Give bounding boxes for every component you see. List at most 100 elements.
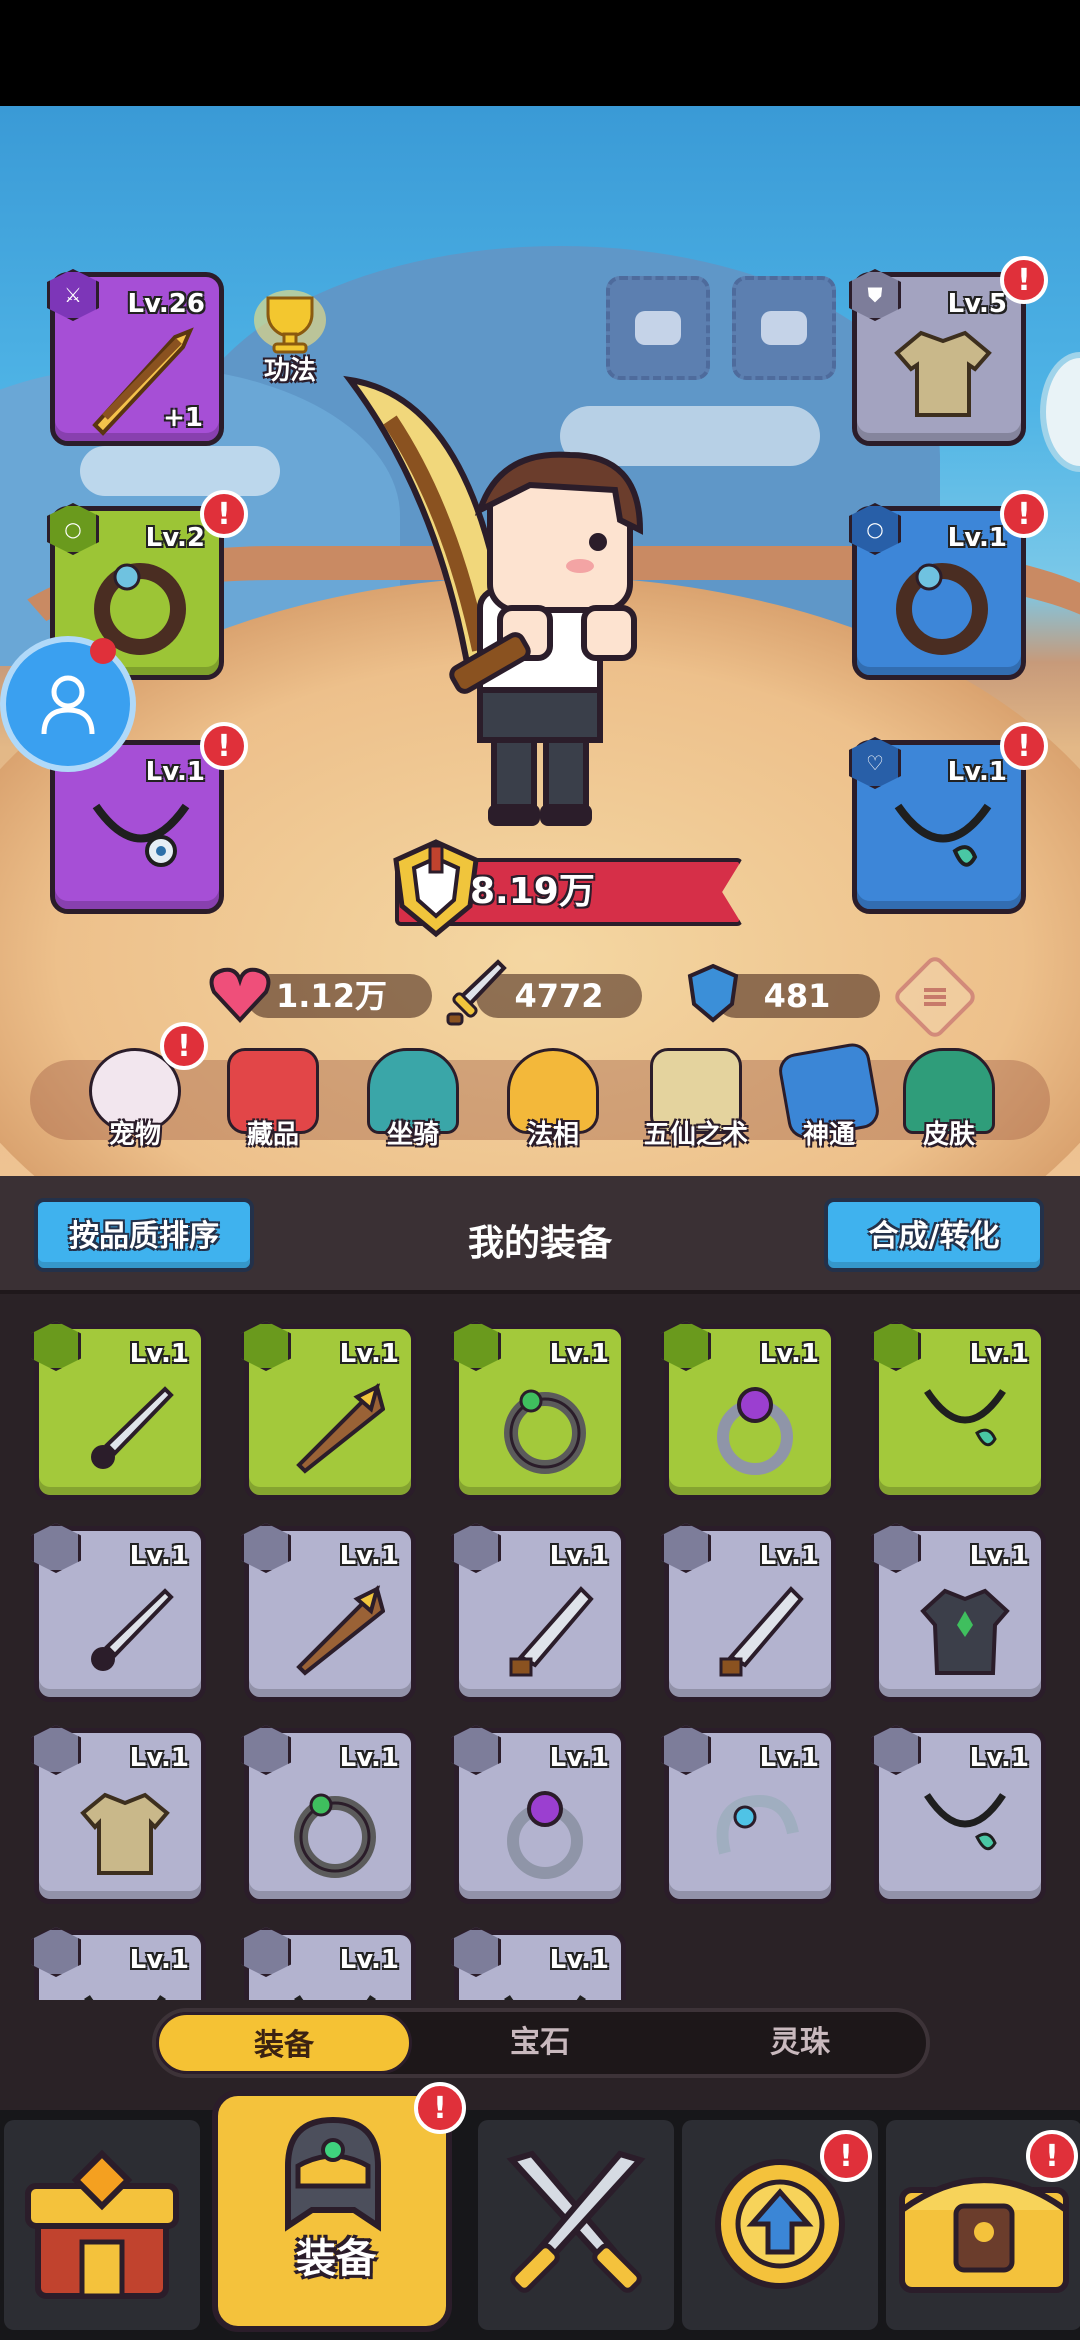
inventory-item[interactable]: Lv.1	[31, 1927, 206, 2000]
item-type-icon	[451, 1927, 501, 1977]
function-mount[interactable]: 坐骑	[354, 1048, 472, 1168]
inventory-item[interactable]: Lv.1	[871, 1523, 1046, 1702]
power-value: 8.19万	[470, 871, 595, 912]
function-skin[interactable]: 皮肤	[890, 1048, 1008, 1168]
blade-icon	[719, 1586, 804, 1677]
item-type-icon	[871, 1523, 921, 1573]
hp-value: 1.12万	[276, 977, 387, 1015]
ring-left-level: Lv.2	[145, 523, 205, 553]
item-level: Lv.1	[339, 1945, 399, 1975]
necklace-type-icon: ♡	[849, 737, 901, 789]
inventory-item[interactable]: Lv.1	[31, 1321, 206, 1500]
equipped-weapon-slot[interactable]: ⚔ Lv.26 +1	[47, 269, 224, 446]
inventory-item[interactable]: Lv.1	[451, 1927, 626, 2000]
blade-icon	[509, 1586, 594, 1677]
necklace-icon	[84, 1995, 166, 2000]
inventory-item[interactable]: Lv.1	[451, 1725, 626, 1904]
inventory-item[interactable]: Lv.1	[661, 1725, 836, 1904]
user-icon	[41, 675, 95, 735]
lock-icon	[761, 311, 807, 345]
function-collection[interactable]: 藏品	[214, 1048, 332, 1168]
profile-notification-dot	[90, 638, 116, 664]
item-type-icon	[31, 1321, 81, 1371]
armor-type-icon: ⛊	[849, 269, 901, 321]
item-level: Lv.1	[129, 1339, 189, 1369]
pet-alert-badge: !	[160, 1022, 208, 1070]
item-type-icon	[241, 1927, 291, 1977]
item-level: Lv.1	[549, 1541, 609, 1571]
item-type-icon	[31, 1523, 81, 1573]
tab-equipment[interactable]: 装备	[156, 2012, 412, 2074]
nav-upgrade-alert-badge: !	[820, 2130, 872, 2182]
sword-stat-icon	[446, 959, 507, 1026]
weapon-type-icon: ⚔	[47, 269, 99, 321]
empty-slot-2[interactable]	[732, 276, 836, 380]
inventory-item[interactable]: Lv.1	[241, 1725, 416, 1904]
item-type-icon	[31, 1725, 81, 1775]
item-type-icon	[871, 1725, 921, 1775]
item-level: Lv.1	[969, 1743, 1029, 1773]
item-type-icon	[871, 1321, 921, 1371]
function-avatar-form[interactable]: 法相	[494, 1048, 612, 1168]
item-level: Lv.1	[759, 1743, 819, 1773]
item-type-icon	[661, 1321, 711, 1371]
function-avatar-form-label: 法相	[526, 1120, 579, 1150]
hero-character[interactable]	[330, 360, 670, 840]
nav-home[interactable]	[4, 2120, 200, 2330]
equipped-necklace-right-slot[interactable]: ♡ Lv.1	[849, 737, 1026, 914]
inventory-item[interactable]: Lv.1	[241, 1321, 416, 1500]
nav-treasure-alert-badge: !	[1026, 2130, 1078, 2182]
inventory-item[interactable]: Lv.1	[661, 1321, 836, 1500]
necklace-icon	[924, 1793, 1006, 1851]
item-type-icon	[451, 1321, 501, 1371]
ring-right-level: Lv.1	[947, 523, 1007, 553]
item-type-icon	[241, 1523, 291, 1573]
cloud	[80, 446, 280, 496]
equipped-armor-slot[interactable]: ⛊ Lv.5	[849, 269, 1026, 446]
merge-convert-button[interactable]: 合成/转化	[824, 1198, 1044, 1272]
defense-value: 481	[763, 977, 831, 1015]
necklace-icon	[924, 1389, 1006, 1447]
shield-stat-icon	[687, 963, 739, 1023]
armor-alert-badge: !	[1000, 256, 1048, 304]
nav-battle[interactable]	[478, 2120, 674, 2330]
ring-icon	[504, 1389, 586, 1474]
function-pet-label: 宠物	[108, 1120, 161, 1150]
item-level: Lv.1	[759, 1541, 819, 1571]
necklace-right-alert-badge: !	[1000, 722, 1048, 770]
item-level: Lv.1	[969, 1541, 1029, 1571]
nav-equipment-alert-badge: !	[414, 2082, 466, 2134]
inventory-item[interactable]: Lv.1	[241, 1523, 416, 1702]
item-type-icon	[661, 1725, 711, 1775]
spear-icon	[296, 1585, 385, 1676]
inventory-item[interactable]: Lv.1	[451, 1523, 626, 1702]
trophy-icon	[254, 290, 326, 354]
inventory-item[interactable]: Lv.1	[31, 1725, 206, 1904]
inventory-item[interactable]: Lv.1	[871, 1725, 1046, 1904]
profile-float-button[interactable]	[0, 636, 136, 772]
item-level: Lv.1	[339, 1339, 399, 1369]
item-level: Lv.1	[339, 1743, 399, 1773]
sword-icon	[91, 1386, 174, 1469]
ring-type-icon: ○	[849, 503, 901, 555]
heart-icon	[209, 967, 271, 1023]
inventory-item[interactable]: Lv.1	[661, 1523, 836, 1702]
inventory-item[interactable]: Lv.1	[871, 1321, 1046, 1500]
nav-equipment[interactable]: 装备	[212, 2090, 452, 2332]
tab-gems[interactable]: 宝石	[420, 2012, 660, 2074]
item-level: Lv.1	[759, 1339, 819, 1369]
function-five-immortals[interactable]: 五仙之术	[636, 1048, 756, 1168]
tab-spirit-beads[interactable]: 灵珠	[680, 2012, 920, 2074]
inventory-item[interactable]: Lv.1	[31, 1523, 206, 1702]
inventory-item[interactable]: Lv.1	[241, 1927, 416, 2000]
function-five-immortals-label: 五仙之术	[643, 1120, 748, 1150]
function-divine-power[interactable]: 神通	[770, 1040, 888, 1168]
equipped-ring-right-slot[interactable]: ○ Lv.1	[849, 503, 1026, 680]
inventory-item[interactable]: Lv.1	[451, 1321, 626, 1500]
item-type-icon	[241, 1321, 291, 1371]
shirt-icon	[894, 330, 992, 417]
sort-by-quality-button[interactable]: 按品质排序	[34, 1198, 254, 1272]
nav-equipment-label: 装备	[296, 2236, 376, 2282]
armor-level: Lv.5	[947, 289, 1007, 319]
skill-button[interactable]: 功法	[240, 280, 340, 390]
